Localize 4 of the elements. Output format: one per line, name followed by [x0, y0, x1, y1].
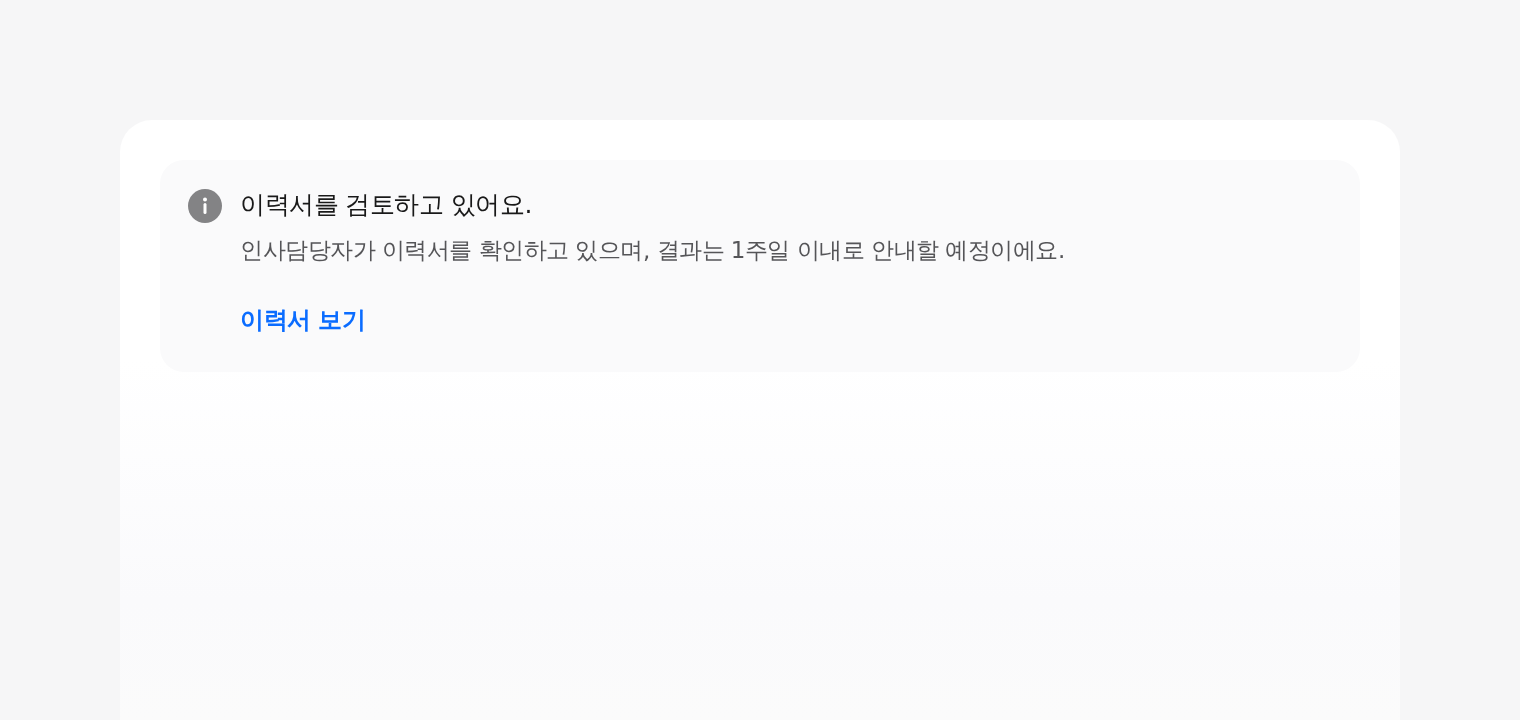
- view-resume-link[interactable]: 이력서 보기: [240, 304, 366, 336]
- info-icon: [188, 189, 222, 223]
- notice-title: 이력서를 검토하고 있어요.: [240, 189, 532, 221]
- notice-description: 인사담당자가 이력서를 확인하고 있으며, 결과는 1주일 이내로 안내할 예정이에요.: [240, 236, 1065, 265]
